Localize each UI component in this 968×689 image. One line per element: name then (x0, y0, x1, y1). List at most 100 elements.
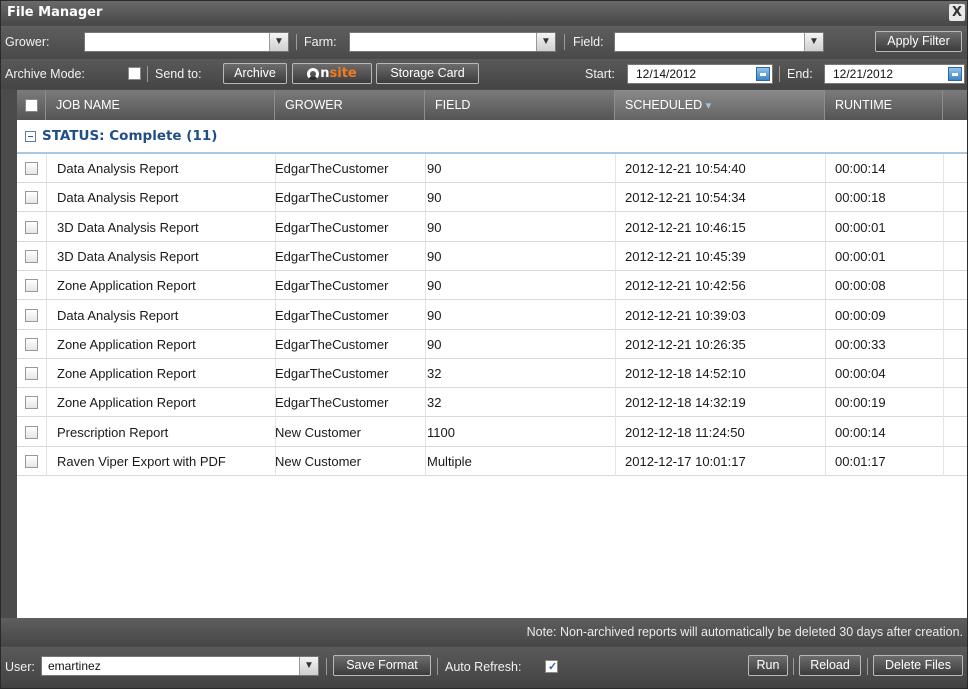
row-checkbox[interactable] (25, 337, 38, 351)
send-to-label: Send to: (155, 67, 202, 81)
group-title: STATUS: Complete (11) (42, 128, 218, 144)
cell-grower: EdgarTheCustomer (275, 219, 389, 235)
cell-scheduled: 2012-12-21 10:54:40 (625, 161, 746, 176)
cell-scheduled: 2012-12-18 14:32:19 (625, 395, 746, 411)
row-checkbox[interactable] (25, 220, 38, 234)
column-field[interactable]: FIELD (425, 90, 615, 120)
cell-grower: New Customer (275, 454, 361, 469)
cell-scheduled: 2012-12-21 10:46:15 (625, 219, 746, 235)
grid-header: JOB NAME GROWER FIELD SCHEDULED ▾ RUNTIM… (17, 90, 967, 120)
cell-job: Data Analysis Report (57, 307, 179, 323)
cell-field: 90 (427, 307, 442, 323)
cell-grower: EdgarTheCustomer (275, 336, 389, 352)
user-label: User: (5, 660, 35, 674)
column-divider (615, 154, 616, 477)
footer-bar: User: emartinez ▼ Save Format Auto Refre… (1, 647, 967, 688)
row-checkbox[interactable] (25, 279, 38, 293)
divider (326, 658, 327, 675)
divider (867, 658, 868, 675)
save-format-button[interactable]: Save Format (333, 655, 431, 676)
cell-field: 90 (427, 219, 442, 235)
user-value: emartinez (48, 659, 101, 673)
run-button[interactable]: Run (748, 655, 788, 676)
row-checkbox[interactable] (25, 249, 38, 263)
start-date-field[interactable]: 12/14/2012 (627, 64, 773, 84)
column-runtime[interactable]: RUNTIME (825, 90, 943, 120)
cell-job: Data Analysis Report (57, 161, 179, 176)
chevron-down-icon[interactable]: ▼ (536, 33, 555, 51)
grower-dropdown[interactable]: ▼ (84, 32, 289, 52)
chevron-down-icon[interactable]: ▼ (269, 33, 288, 51)
field-label: Field: (573, 35, 604, 49)
column-grower[interactable]: GROWER (275, 90, 425, 120)
cell-field: 90 (427, 278, 442, 294)
window-title: File Manager (7, 5, 103, 20)
cell-grower: EdgarTheCustomer (275, 395, 389, 411)
file-manager-window: File Manager X Grower: ▼ Farm: ▼ Field: … (0, 0, 968, 689)
divider (296, 34, 297, 50)
user-dropdown[interactable]: emartinez ▼ (41, 656, 319, 676)
column-spacer (943, 90, 967, 120)
field-dropdown[interactable]: ▼ (614, 32, 824, 52)
onsite-logo-icon (307, 68, 320, 80)
apply-filter-button[interactable]: Apply Filter (875, 31, 962, 52)
status-group-header[interactable]: STATUS: Complete (11) (17, 120, 967, 154)
archive-button[interactable]: Archive (223, 63, 287, 84)
cell-field: 90 (427, 336, 442, 352)
divider (147, 66, 148, 82)
calendar-icon[interactable] (756, 67, 770, 81)
cell-runtime: 00:00:04 (835, 366, 886, 382)
filter-bar: Grower: ▼ Farm: ▼ Field: ▼ Apply Filter (1, 26, 967, 58)
cell-field: 90 (427, 248, 442, 264)
select-all-checkbox[interactable] (25, 99, 38, 112)
cell-grower: EdgarTheCustomer (275, 190, 389, 206)
archive-mode-checkbox[interactable] (128, 67, 141, 80)
row-checkbox[interactable] (25, 191, 38, 205)
row-checkbox[interactable] (25, 308, 38, 322)
onsite-button[interactable]: nsite (292, 63, 372, 84)
cell-job: 3D Data Analysis Report (57, 248, 199, 264)
farm-dropdown[interactable]: ▼ (349, 32, 556, 52)
cell-runtime: 00:00:33 (835, 336, 886, 352)
row-checkbox[interactable] (25, 367, 38, 381)
cell-runtime: 00:00:01 (835, 219, 886, 235)
cell-job: 3D Data Analysis Report (57, 219, 199, 235)
cell-scheduled: 2012-12-18 14:52:10 (625, 366, 746, 382)
close-icon[interactable]: X (949, 4, 965, 21)
cell-grower: EdgarTheCustomer (275, 161, 389, 176)
row-checkbox[interactable] (25, 396, 38, 410)
row-checkbox[interactable] (25, 425, 38, 439)
cell-field: 90 (427, 161, 442, 176)
column-job-name[interactable]: JOB NAME (46, 90, 275, 120)
delete-files-button[interactable]: Delete Files (873, 655, 963, 676)
calendar-icon[interactable] (948, 67, 962, 81)
cell-runtime: 00:00:14 (835, 161, 886, 176)
auto-refresh-checkbox[interactable]: ✓ (545, 660, 558, 673)
cell-runtime: 00:00:09 (835, 307, 886, 323)
collapse-icon[interactable] (25, 131, 36, 142)
cell-runtime: 00:00:18 (835, 190, 886, 206)
cell-scheduled: 2012-12-21 10:54:34 (625, 190, 746, 206)
farm-label: Farm: (304, 35, 337, 49)
chevron-down-icon[interactable]: ▼ (804, 33, 823, 51)
reload-button[interactable]: Reload (799, 655, 861, 676)
row-checkbox[interactable] (25, 455, 38, 468)
cell-runtime: 00:00:14 (835, 424, 886, 440)
divider (564, 34, 565, 50)
archive-toolbar: Archive Mode: Send to: Archive nsite Sto… (1, 59, 967, 89)
end-date-field[interactable]: 12/21/2012 (824, 64, 965, 84)
cell-runtime: 00:01:17 (835, 454, 886, 469)
grower-label: Grower: (5, 35, 50, 49)
cell-scheduled: 2012-12-21 10:26:35 (625, 336, 746, 352)
cell-field: 90 (427, 190, 442, 206)
row-checkbox[interactable] (25, 162, 38, 175)
cell-job: Zone Application Report (57, 366, 196, 382)
storage-card-button[interactable]: Storage Card (376, 63, 479, 84)
cell-field: 1100 (427, 424, 455, 440)
chevron-down-icon[interactable]: ▼ (299, 657, 318, 675)
divider (779, 66, 780, 82)
cell-grower: EdgarTheCustomer (275, 307, 389, 323)
cell-scheduled: 2012-12-21 10:42:56 (625, 278, 746, 294)
end-label: End: (787, 67, 813, 81)
column-scheduled[interactable]: SCHEDULED ▾ (615, 90, 825, 120)
